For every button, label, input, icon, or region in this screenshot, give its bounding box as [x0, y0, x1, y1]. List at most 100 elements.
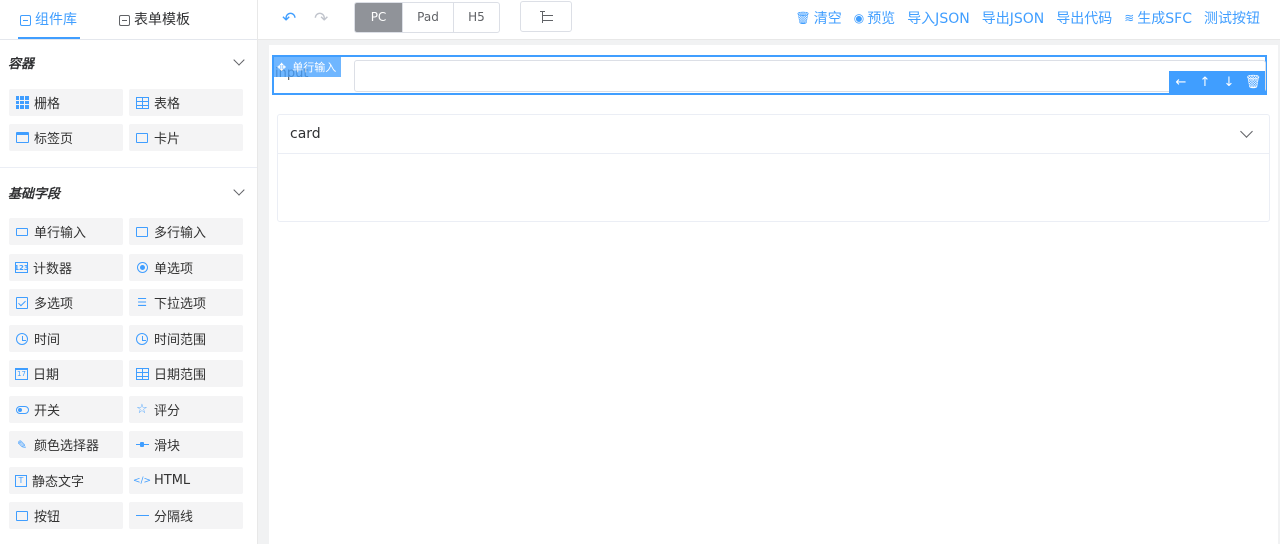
move-icon: ✥: [277, 60, 287, 74]
button-icon: [15, 509, 29, 523]
delete-icon[interactable]: 🗑︎: [1241, 75, 1265, 90]
number-icon: 123: [14, 262, 29, 273]
switch-icon: [15, 403, 29, 417]
field-action-bar: ← ↑ ↓ 🗑︎: [1169, 71, 1265, 93]
group-header-basic[interactable]: 基础字段: [0, 176, 257, 208]
import-json-button[interactable]: 导入JSON: [907, 8, 970, 28]
component-item-label: 栅格: [34, 97, 61, 112]
component-item-label: HTML: [154, 473, 191, 488]
chevron-down-icon: [233, 184, 245, 196]
device-h5-button[interactable]: H5: [453, 3, 499, 32]
tab-components-label: 组件库: [35, 12, 77, 28]
component-item-button[interactable]: 按钮: [9, 502, 123, 529]
export-json-button[interactable]: 导出JSON: [982, 8, 1045, 28]
component-item-html[interactable]: </> HTML: [129, 467, 243, 494]
component-item-checkbox[interactable]: 多选项: [9, 289, 123, 316]
date-icon: 17: [15, 367, 28, 380]
card-title: card: [290, 126, 321, 142]
component-item-switch[interactable]: 开关: [9, 396, 123, 423]
component-item-label: 单行输入: [34, 226, 87, 241]
clear-button-label: 清空: [813, 11, 842, 27]
component-item-radio[interactable]: 单选项: [129, 254, 243, 281]
active-tab-indicator: [18, 37, 80, 39]
preview-button[interactable]: ◉ 预览: [854, 8, 895, 28]
checkbox-icon: [15, 296, 29, 310]
single-line-input[interactable]: [354, 60, 1266, 92]
move-down-icon[interactable]: ↓: [1217, 75, 1241, 90]
component-item-card[interactable]: 卡片: [129, 124, 243, 151]
component-item-label: 按钮: [34, 510, 61, 525]
component-item-label: 静态文字: [32, 475, 85, 490]
component-item-select[interactable]: ☰ 下拉选项: [129, 289, 243, 316]
tab-templates[interactable]: 表单模板: [119, 0, 190, 40]
tab-components[interactable]: 组件库: [20, 0, 77, 40]
slider-icon: [135, 438, 149, 452]
color-picker-icon: ✎: [16, 437, 28, 452]
card-header[interactable]: card: [278, 115, 1269, 154]
card-icon: [135, 131, 149, 145]
component-item-rate[interactable]: ☆ 评分: [129, 396, 243, 423]
input-icon: [15, 225, 29, 239]
component-item-tabs[interactable]: 标签页: [9, 124, 123, 151]
component-item-input[interactable]: 单行输入: [9, 218, 123, 245]
generate-sfc-button[interactable]: ≋ 生成SFC: [1124, 8, 1192, 28]
toolbar-actions: 🗑︎ 清空 ◉ 预览 导入JSON 导出JSON 导出代码 ≋ 生成SFC 测试…: [795, 0, 1260, 36]
device-pad-button[interactable]: Pad: [402, 3, 453, 32]
radio-icon: [135, 261, 149, 275]
test-button[interactable]: 测试按钮: [1204, 8, 1260, 28]
eye-icon: ◉: [853, 11, 865, 25]
component-item-label: 表格: [154, 97, 181, 112]
drag-handle[interactable]: ✥ 单行输入: [274, 57, 342, 77]
component-item-label: 单选项: [154, 262, 194, 277]
component-item-color-picker[interactable]: ✎ 颜色选择器: [9, 431, 123, 458]
component-item-label: 标签页: [34, 132, 74, 147]
component-item-time[interactable]: 时间: [9, 325, 123, 352]
generate-sfc-button-label: 生成SFC: [1137, 11, 1192, 27]
component-icon: [20, 14, 31, 26]
tree-icon: [539, 10, 553, 23]
select-parent-icon[interactable]: ←: [1169, 75, 1193, 90]
select-icon: ☰: [137, 296, 147, 309]
preview-button-label: 预览: [867, 11, 896, 27]
component-item-label: 计数器: [33, 262, 73, 277]
component-item-label: 时间范围: [154, 333, 207, 348]
group-header-container[interactable]: 容器: [0, 46, 257, 78]
component-item-grid[interactable]: 栅格: [9, 89, 123, 116]
component-panel: 组件库 表单模板 容器 栅格 表格 标签页 卡片 基础字段 单行输入 多行输入 …: [0, 0, 258, 544]
component-item-date[interactable]: 17 日期: [9, 360, 123, 387]
device-pc-button[interactable]: PC: [355, 3, 402, 32]
table-icon: [135, 96, 149, 110]
tab-templates-label: 表单模板: [134, 12, 190, 28]
component-item-label: 下拉选项: [154, 297, 207, 312]
rate-icon: ☆: [136, 402, 148, 417]
component-item-label: 滑块: [154, 439, 181, 454]
card-container[interactable]: card: [277, 114, 1270, 222]
clear-button[interactable]: 🗑︎ 清空: [795, 8, 841, 28]
export-code-button[interactable]: 导出代码: [1056, 8, 1112, 28]
grid-icon: [15, 96, 29, 110]
textarea-icon: [135, 225, 149, 239]
chevron-down-icon: [233, 54, 245, 66]
layers-icon: ≋: [1124, 11, 1135, 25]
static-text-icon: T: [15, 474, 27, 487]
component-item-divider[interactable]: 分隔线: [129, 502, 243, 529]
component-item-time-range[interactable]: 时间范围: [129, 325, 243, 352]
undo-icon[interactable]: ↶: [282, 9, 296, 29]
component-item-static-text[interactable]: T 静态文字: [9, 467, 123, 494]
time-range-icon: [135, 332, 149, 346]
component-item-label: 评分: [154, 404, 181, 419]
group-divider: [0, 167, 257, 168]
selected-form-item[interactable]: input ✥ 单行输入 ← ↑ ↓ 🗑︎: [272, 55, 1267, 95]
redo-icon[interactable]: ↷: [314, 9, 328, 29]
group-title-basic: 基础字段: [8, 186, 61, 202]
component-item-number[interactable]: 123 计数器: [9, 254, 123, 281]
component-item-table[interactable]: 表格: [129, 89, 243, 116]
move-up-icon[interactable]: ↑: [1193, 75, 1217, 90]
component-item-date-range[interactable]: 日期范围: [129, 360, 243, 387]
component-item-label: 颜色选择器: [34, 439, 100, 454]
chevron-down-icon[interactable]: [1240, 125, 1253, 138]
component-item-textarea[interactable]: 多行输入: [129, 218, 243, 245]
panel-tabs: 组件库 表单模板: [0, 0, 257, 40]
node-tree-button[interactable]: [520, 1, 572, 32]
component-item-slider[interactable]: 滑块: [129, 431, 243, 458]
